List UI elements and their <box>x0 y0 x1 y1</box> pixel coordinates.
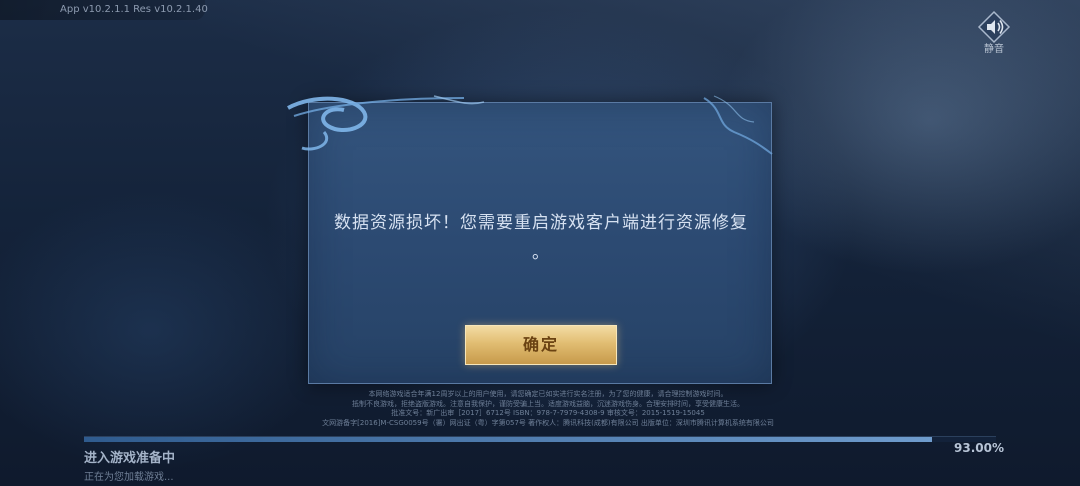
regulatory-notice: 本网络游戏适合年满12周岁以上的用户使用，请您确定已如实进行实名注册，为了您的健… <box>288 390 808 428</box>
loading-percent: 93.00% <box>954 441 1004 455</box>
loading-subtitle: 正在为您加载游戏... <box>84 472 174 483</box>
confirm-button[interactable]: 确定 <box>465 325 617 365</box>
speaker-icon <box>977 10 1011 44</box>
loading-progress-fill <box>84 437 933 442</box>
game-launch-screen: App v10.2.1.1 Res v10.2.1.40 静音 数据资源损坏！您… <box>0 0 1080 486</box>
notice-line: 文网游备字[2016]M-CSG0059号（署）网出证（粤）字第057号 著作权… <box>322 418 774 427</box>
error-dialog: 数据资源损坏！您需要重启游戏客户端进行资源修复 。 确定 <box>308 102 772 384</box>
mute-label: 静音 <box>984 44 1004 55</box>
notice-line: 批准文号：新广出审［2017］6712号 ISBN：978-7-7979-430… <box>391 409 705 417</box>
version-label: App v10.2.1.1 Res v10.2.1.40 <box>0 0 208 20</box>
loading-title: 进入游戏准备中 <box>84 451 176 466</box>
mute-button[interactable]: 静音 <box>972 10 1016 58</box>
dialog-message-line2: 。 <box>532 243 550 263</box>
loading-progress-bar <box>84 436 996 442</box>
dialog-message: 数据资源损坏！您需要重启游戏客户端进行资源修复 。 <box>309 208 773 268</box>
notice-line: 本网络游戏适合年满12周岁以上的用户使用，请您确定已如实进行实名注册，为了您的健… <box>368 390 728 398</box>
notice-line: 抵制不良游戏，拒绝盗版游戏。注意自我保护，谨防受骗上当。适度游戏益脑，沉迷游戏伤… <box>352 399 744 408</box>
dialog-message-line1: 数据资源损坏！您需要重启游戏客户端进行资源修复 <box>334 213 748 233</box>
